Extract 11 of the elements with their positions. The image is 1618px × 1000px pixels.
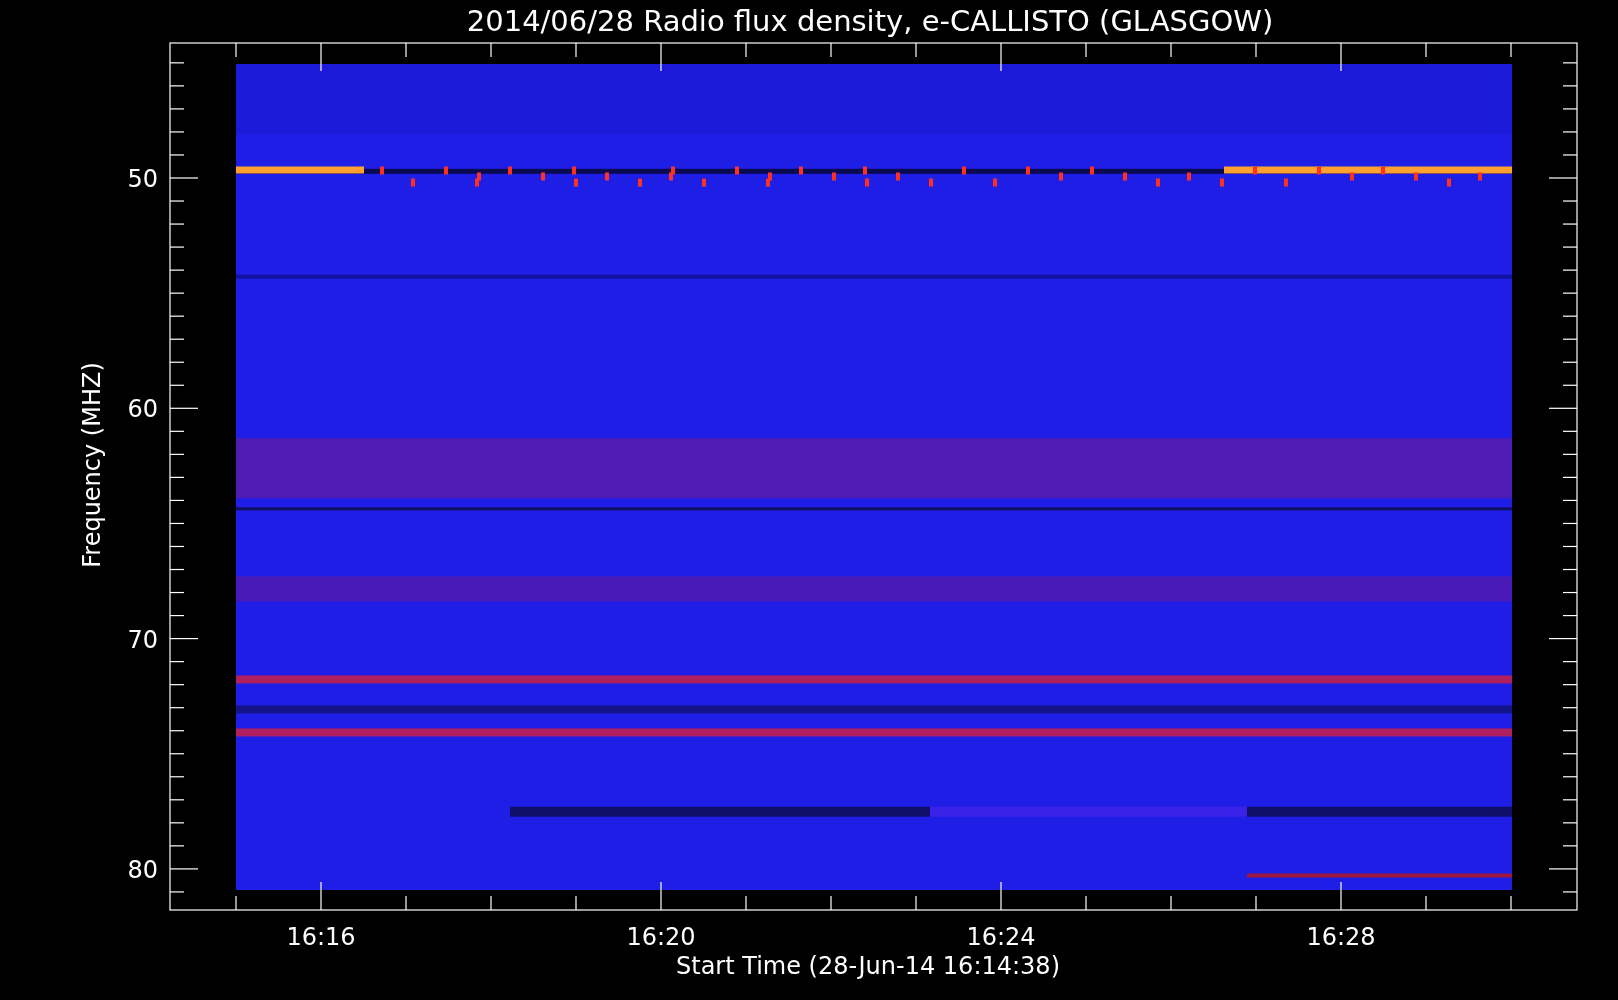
y-tick-label: 60 — [127, 395, 158, 424]
plot-title: 2014/06/28 Radio flux density, e-CALLISTO (GLASGOW) — [466, 4, 1274, 38]
x-tick-label: 16:16 — [286, 923, 356, 951]
x-tick-label: 16:28 — [1306, 923, 1376, 951]
x-tick-label: 16:20 — [626, 923, 696, 951]
y-axis-label: Frequency (MHZ) — [78, 362, 106, 568]
y-tick-label: 70 — [127, 625, 158, 654]
x-axis-label: Start Time (28-Jun-14 16:14:38) — [676, 952, 1060, 980]
x-tick-label: 16:24 — [966, 923, 1036, 951]
y-tick-label: 50 — [127, 165, 158, 193]
y-tick-label: 80 — [127, 855, 158, 884]
